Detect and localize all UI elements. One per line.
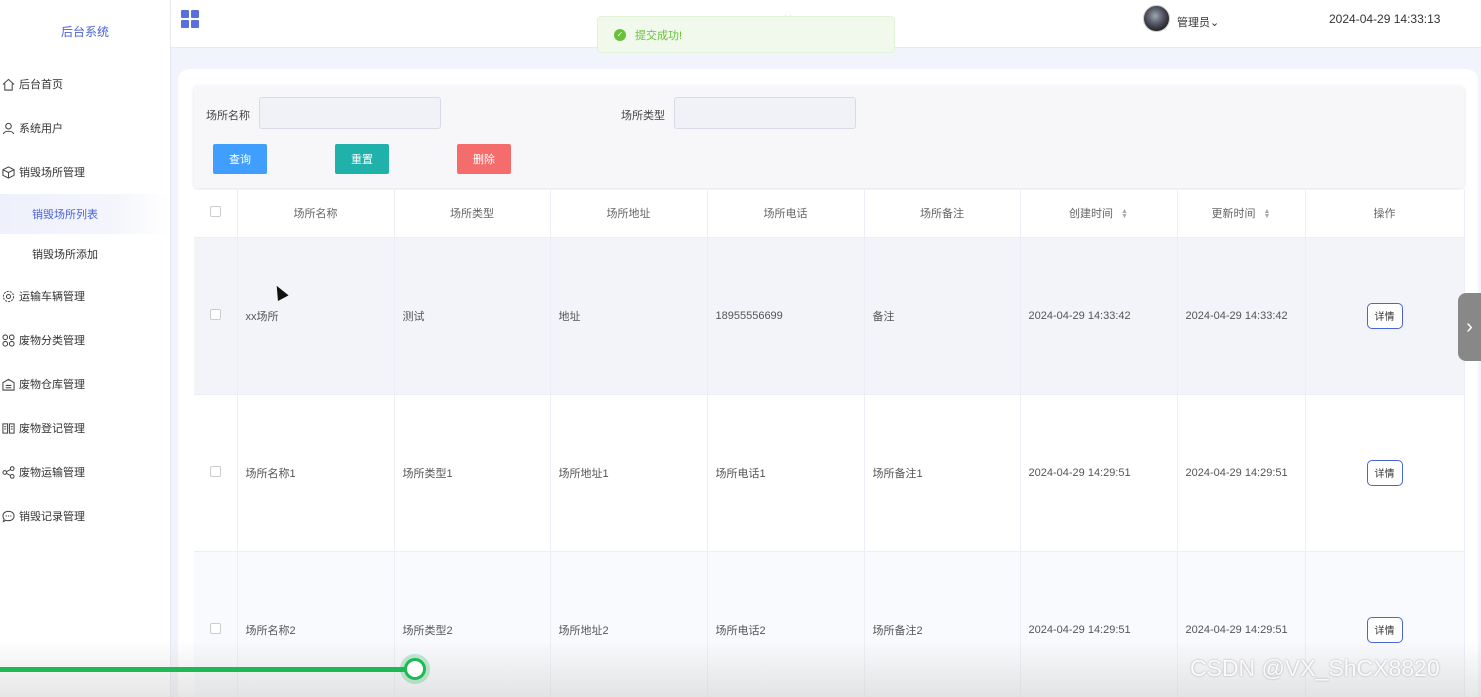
sidebar-item-transport[interactable]: 废物运输管理 — [0, 450, 170, 494]
check-circle-icon: ✓ — [614, 28, 626, 41]
sidebar-item-label: 销毁记录管理 — [19, 511, 85, 523]
book-icon — [0, 421, 17, 435]
sidebar-item-label: 运输车辆管理 — [19, 291, 85, 303]
video-progress-bar[interactable] — [0, 667, 415, 672]
site-table: 场所名称 场所类型 场所地址 场所电话 场所备注 创建时间 ▲ ▼ 更新时间 ▲ ▼ 操… — [194, 190, 1465, 697]
sidebar-item-home[interactable]: 后台首页 — [0, 62, 170, 106]
type-label: 场所类型 — [621, 110, 665, 122]
sidebar-item-label: 废物登记管理 — [19, 423, 85, 435]
sidebar-item-label: 废物分类管理 — [19, 335, 85, 347]
side-panel-toggle[interactable]: › — [1458, 293, 1481, 361]
sidebar-item-label: 销毁场所添加 — [32, 249, 98, 261]
cell-type: 场所类型1 — [394, 394, 551, 552]
sidebar-item-waste-category[interactable]: 废物分类管理 — [0, 318, 170, 362]
cell-name: 场所名称1 — [237, 394, 395, 552]
col-header-sortable[interactable]: 更新时间 ▲ ▼ — [1177, 190, 1306, 238]
video-progress-handle[interactable] — [404, 658, 426, 680]
sidebar-item-site-add[interactable]: 销毁场所添加 — [0, 234, 170, 274]
cell-updated: 2024-04-29 14:29:51 — [1177, 394, 1306, 552]
sidebar-item-label: 后台首页 — [19, 79, 63, 91]
warehouse-icon — [0, 377, 17, 391]
sidebar-item-label: 系统用户 — [19, 123, 63, 135]
menu-toggle-icon[interactable] — [181, 10, 199, 28]
main-card: 场所名称 场所类型 查询 重置 删除 场所名称 场所类型 场所地址 场所电话 场… — [178, 69, 1478, 697]
sidebar-item-site-mgmt[interactable]: 销毁场所管理 — [0, 150, 170, 194]
header-time: 2024-04-29 14:33:13 — [1329, 12, 1441, 26]
cell-remark: 备注 — [864, 237, 1021, 395]
home-icon — [0, 77, 17, 91]
query-button[interactable]: 查询 — [213, 144, 267, 174]
cell-created: 2024-04-29 14:33:42 — [1020, 237, 1178, 395]
cell-ops: 详情 — [1305, 237, 1465, 395]
sidebar-item-site-list[interactable]: 销毁场所列表 — [0, 194, 170, 234]
search-panel: 场所名称 场所类型 查询 重置 删除 — [194, 86, 1464, 188]
site-name-input[interactable] — [259, 97, 441, 129]
chevron-down-icon: ⌄ — [1210, 17, 1220, 29]
box-icon — [0, 165, 17, 179]
brand-title: 后台系统 — [60, 24, 109, 39]
sidebar-item-label: 废物仓库管理 — [19, 379, 85, 391]
select-all-checkbox[interactable] — [194, 190, 238, 238]
col-header: 操作 — [1305, 190, 1465, 238]
sidebar-item-warehouse[interactable]: 废物仓库管理 — [0, 362, 170, 406]
user-name: 管理员 — [1177, 17, 1210, 29]
cell-phone: 18955556699 — [707, 237, 865, 395]
col-header-label: 更新时间 — [1211, 208, 1256, 221]
col-header: 场所备注 — [864, 190, 1021, 238]
sidebar: 后台系统 后台首页 系统用户 销毁场所管理 销毁场所列表 销毁场所添加 运输车辆… — [0, 0, 171, 697]
sort-icon[interactable]: ▲ ▼ — [1264, 208, 1271, 220]
sidebar-item-label: 销毁场所管理 — [19, 167, 85, 179]
sidebar-item-users[interactable]: 系统用户 — [0, 106, 170, 150]
watermark: CSDN @VX_ShCX8820 — [1190, 655, 1440, 681]
delete-button[interactable]: 删除 — [457, 144, 511, 174]
sidebar-item-label: 废物运输管理 — [19, 467, 85, 479]
row-checkbox[interactable] — [194, 394, 238, 552]
cell-address: 地址 — [550, 237, 708, 395]
sidebar-item-label: 销毁场所列表 — [32, 209, 98, 221]
cell-name: xx场所 — [237, 237, 395, 395]
success-toast: ✓ 提交成功! — [597, 16, 895, 53]
sidebar-menu: 后台首页 系统用户 销毁场所管理 销毁场所列表 销毁场所添加 运输车辆管理 废物… — [0, 62, 170, 538]
share-icon — [0, 465, 17, 479]
user-dropdown[interactable]: 管理员⌄ — [1177, 14, 1219, 30]
detail-button[interactable]: 详情 — [1366, 616, 1403, 643]
table-row: xx场所 测试 地址 18955556699 备注 2024-04-29 14:… — [194, 237, 1465, 395]
site-type-input[interactable] — [674, 97, 856, 129]
cell-type: 测试 — [394, 237, 551, 395]
sidebar-item-destroy-records[interactable]: 销毁记录管理 — [0, 494, 170, 538]
cell-phone: 场所电话1 — [707, 394, 865, 552]
col-header-label: 创建时间 — [1069, 208, 1114, 221]
cell-updated: 2024-04-29 14:33:42 — [1177, 237, 1306, 395]
detail-button[interactable]: 详情 — [1366, 302, 1403, 329]
col-header: 场所电话 — [707, 190, 865, 238]
cell-address: 场所地址1 — [550, 394, 708, 552]
sidebar-item-vehicles[interactable]: 运输车辆管理 — [0, 274, 170, 318]
reset-button[interactable]: 重置 — [335, 144, 389, 174]
cell-created: 2024-04-29 14:29:51 — [1020, 394, 1178, 552]
sidebar-item-registration[interactable]: 废物登记管理 — [0, 406, 170, 450]
col-header: 场所类型 — [394, 190, 551, 238]
detail-button[interactable]: 详情 — [1366, 459, 1403, 486]
table-row: 场所名称1 场所类型1 场所地址1 场所电话1 场所备注1 2024-04-29… — [194, 394, 1465, 552]
cell-ops: 详情 — [1305, 394, 1465, 552]
col-header-sortable[interactable]: 创建时间 ▲ ▼ — [1020, 190, 1178, 238]
user-icon — [0, 121, 17, 135]
toast-message: 提交成功! — [635, 29, 683, 42]
avatar[interactable] — [1143, 5, 1170, 32]
chevron-right-icon: › — [1466, 315, 1473, 338]
cell-remark: 场所备注1 — [864, 394, 1021, 552]
chat-icon — [0, 509, 17, 523]
sort-icon[interactable]: ▲ ▼ — [1121, 208, 1128, 220]
row-checkbox[interactable] — [194, 237, 238, 395]
name-label: 场所名称 — [206, 110, 250, 122]
table-header-row: 场所名称 场所类型 场所地址 场所电话 场所备注 创建时间 ▲ ▼ 更新时间 ▲ ▼ 操… — [194, 190, 1465, 238]
col-header: 场所地址 — [550, 190, 708, 238]
gear-icon — [0, 289, 17, 303]
col-header: 场所名称 — [237, 190, 395, 238]
grid-icon — [0, 333, 17, 347]
